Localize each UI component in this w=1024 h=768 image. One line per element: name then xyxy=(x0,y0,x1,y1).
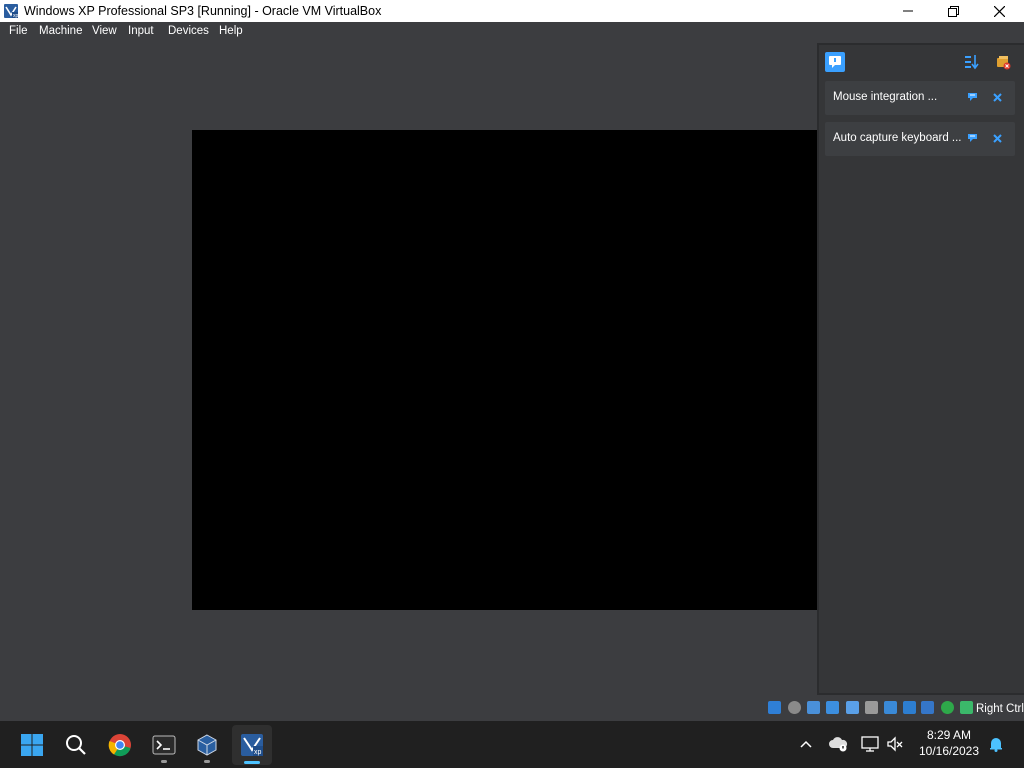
onedrive-tray-button[interactable] xyxy=(827,733,849,755)
video-capture-icon[interactable] xyxy=(903,701,916,714)
close-notification-button[interactable] xyxy=(990,90,1004,104)
virtualbox-xp-icon: xp xyxy=(241,734,263,756)
usb-icon[interactable] xyxy=(846,701,859,714)
svg-text:xp: xp xyxy=(13,13,19,19)
clock-time: 8:29 AM xyxy=(926,728,972,742)
menu-input[interactable]: Input xyxy=(128,25,154,37)
menu-help[interactable]: Help xyxy=(219,25,243,37)
show-hidden-icons-button[interactable] xyxy=(795,733,817,755)
volume-muted-icon xyxy=(887,736,903,752)
notification-text: Mouse integration ... xyxy=(833,91,938,103)
menu-devices[interactable]: Devices xyxy=(168,25,209,37)
close-icon xyxy=(993,5,1005,17)
close-notification-button[interactable] xyxy=(990,131,1004,145)
running-indicator xyxy=(161,760,167,763)
menu-file[interactable]: File xyxy=(9,25,28,37)
shared-folders-icon[interactable] xyxy=(865,701,878,714)
minimize-button[interactable] xyxy=(885,0,931,22)
bell-icon xyxy=(990,738,1002,752)
search-button[interactable] xyxy=(56,725,96,765)
window-titlebar[interactable]: xp Windows XP Professional SP3 [Running]… xyxy=(0,0,1024,22)
keep-icon xyxy=(967,133,977,142)
vm-status-bar: Right Ctrl xyxy=(0,695,1024,721)
mouse-integration-icon[interactable] xyxy=(960,701,973,714)
active-indicator xyxy=(244,761,260,764)
minimize-icon xyxy=(903,10,913,12)
maximize-icon xyxy=(947,5,959,17)
menu-bar: File Machine View Input Devices Help xyxy=(0,22,1024,42)
chrome-app[interactable] xyxy=(100,725,140,765)
virtualbox-app[interactable] xyxy=(187,725,227,765)
virtualization-icon[interactable] xyxy=(941,701,954,714)
keep-icon xyxy=(967,92,977,101)
maximize-button[interactable] xyxy=(930,0,976,22)
virtualbox-xp-icon: xp xyxy=(4,4,19,19)
windows-logo-icon xyxy=(21,734,43,756)
cloud-icon xyxy=(829,737,848,752)
chevron-up-icon xyxy=(800,740,812,748)
close-button[interactable] xyxy=(976,0,1022,22)
vm-display[interactable] xyxy=(192,130,817,610)
notification-text: Auto capture keyboard ... xyxy=(833,132,962,144)
clear-all-icon xyxy=(997,56,1011,70)
keep-button[interactable] xyxy=(966,131,980,145)
notification-center: Mouse integration ... Auto capture keybo… xyxy=(817,43,1024,695)
optical-drive-icon[interactable] xyxy=(788,701,801,714)
window-title: Windows XP Professional SP3 [Running] - … xyxy=(24,4,382,18)
chrome-icon xyxy=(108,734,131,757)
menu-view[interactable]: View xyxy=(92,25,117,37)
clear-all-button[interactable] xyxy=(993,52,1013,72)
running-indicator xyxy=(204,760,210,763)
notification-item[interactable]: Auto capture keyboard ... xyxy=(825,122,1015,156)
notification-item[interactable]: Mouse integration ... xyxy=(825,81,1015,115)
notification-toggle-icon xyxy=(829,56,841,68)
notification-toggle-button[interactable] xyxy=(825,52,845,72)
volume-tray-button[interactable] xyxy=(884,733,906,755)
keep-button[interactable] xyxy=(966,90,980,104)
vm-window-app[interactable]: xp xyxy=(232,725,272,765)
close-icon xyxy=(992,92,1002,102)
sort-button[interactable] xyxy=(962,52,982,72)
clock-date: 10/16/2023 xyxy=(918,744,980,758)
hard-disk-icon[interactable] xyxy=(768,701,781,714)
cpu-icon[interactable] xyxy=(921,701,934,714)
sort-icon xyxy=(965,55,979,70)
network-icon[interactable] xyxy=(826,701,839,714)
terminal-app[interactable] xyxy=(144,725,184,765)
network-tray-button[interactable] xyxy=(859,733,881,755)
close-icon xyxy=(992,133,1002,143)
search-icon xyxy=(66,735,86,755)
audio-icon[interactable] xyxy=(807,701,820,714)
display-icon[interactable] xyxy=(884,701,897,714)
start-button[interactable] xyxy=(12,725,52,765)
svg-text:xp: xp xyxy=(254,749,262,756)
virtualbox-icon xyxy=(197,734,217,756)
menu-machine[interactable]: Machine xyxy=(39,25,82,37)
host-key-label[interactable]: Right Ctrl xyxy=(976,703,1024,715)
network-status-icon xyxy=(861,736,879,752)
taskbar: xp 8:29 AM 10/16/2023 xyxy=(0,721,1024,768)
system-clock[interactable]: 8:29 AM 10/16/2023 xyxy=(914,727,984,759)
terminal-icon xyxy=(152,735,176,755)
notifications-button[interactable] xyxy=(985,733,1007,755)
